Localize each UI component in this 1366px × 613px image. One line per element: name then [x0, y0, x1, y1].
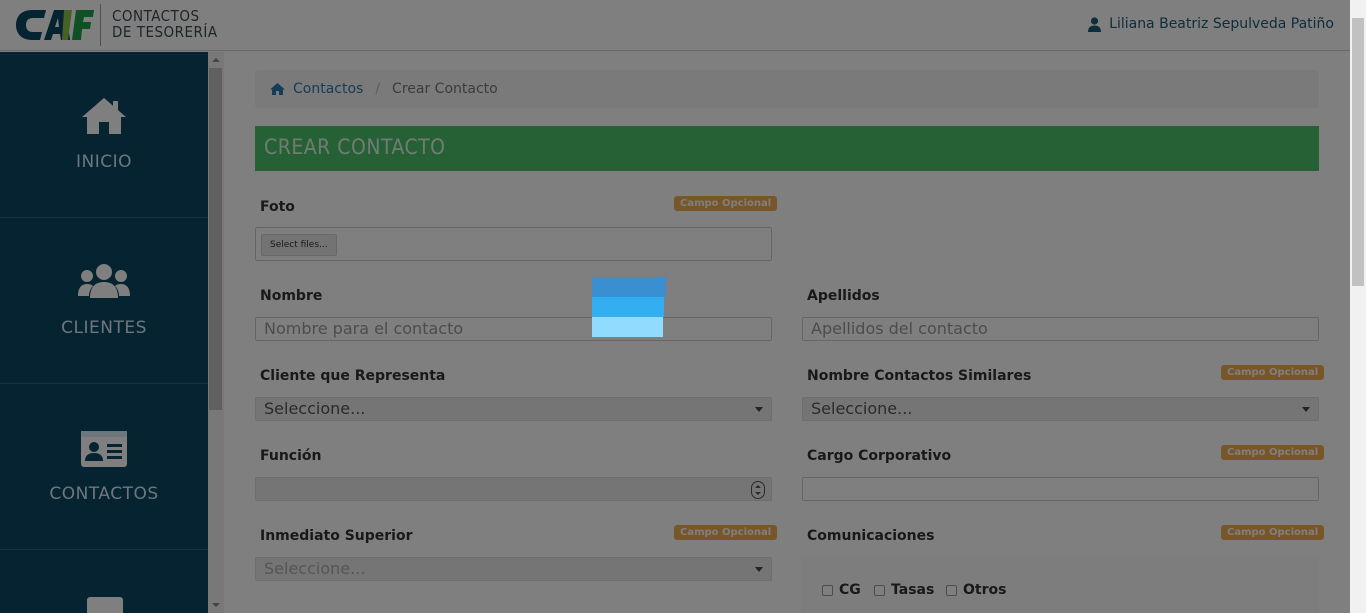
breadcrumb-separator: /	[375, 81, 381, 97]
optional-badge: Campo Opcional	[1221, 445, 1325, 460]
similares-label: Nombre Contactos Similares	[807, 368, 1032, 384]
scroll-thumb[interactable]	[209, 68, 222, 410]
sidebar-item-inicio[interactable]: INICIO	[0, 52, 208, 218]
comunicaciones-label: Comunicaciones	[807, 528, 935, 544]
breadcrumb-current: Crear Contacto	[392, 81, 498, 97]
breadcrumb: Contactos / Crear Contacto	[255, 70, 1319, 108]
checkbox-box[interactable]	[874, 584, 885, 596]
foto-upload[interactable]: Select files...	[255, 227, 772, 261]
chevron-down-icon	[1302, 407, 1310, 412]
similares-select-value: Seleccione...	[811, 399, 913, 418]
checkbox-otros[interactable]: Otros	[946, 582, 1006, 598]
page-title-bar: CREAR CONTACTO	[255, 126, 1319, 171]
loader-bar	[592, 317, 663, 337]
home-icon	[82, 98, 126, 134]
loader-bar	[592, 297, 664, 317]
checkbox-box[interactable]	[946, 584, 957, 596]
foto-label: Foto	[260, 199, 295, 215]
main-content: Contactos / Crear Contacto CREAR CONTACT…	[224, 52, 1350, 613]
app-brand: CONTACTOS DE TESORERÍA	[112, 8, 218, 40]
similares-select[interactable]: Seleccione...	[802, 397, 1319, 421]
checkbox-cg[interactable]: CG	[822, 582, 861, 598]
select-files-button[interactable]: Select files...	[261, 234, 337, 256]
sidebar-item-label: CLIENTES	[61, 318, 147, 338]
checkbox-label: Otros	[963, 582, 1007, 598]
optional-badge: Campo Opcional	[1221, 365, 1325, 380]
sidebar-item-next-icon[interactable]	[87, 597, 123, 613]
optional-badge: Campo Opcional	[1221, 525, 1325, 540]
app-header: CONTACTOS DE TESORERÍA Liliana Beatriz S…	[0, 0, 1350, 51]
logo-divider	[100, 4, 101, 46]
cliente-select[interactable]: Seleccione...	[255, 397, 772, 421]
nombre-input[interactable]: Nombre para el contacto	[255, 317, 772, 341]
funcion-input[interactable]	[255, 477, 772, 501]
checkbox-tasas[interactable]: Tasas	[874, 582, 934, 598]
cliente-label: Cliente que Representa	[260, 368, 446, 384]
optional-badge: Campo Opcional	[674, 525, 778, 540]
apellidos-label: Apellidos	[807, 288, 880, 304]
chevron-down-icon	[755, 567, 763, 572]
sidebar-item-contactos[interactable]: CONTACTOS	[0, 384, 208, 550]
breadcrumb-home-link[interactable]: Contactos	[270, 81, 363, 97]
scroll-down-arrow[interactable]	[212, 603, 220, 607]
superior-select-value: Seleccione...	[264, 559, 366, 578]
brand-line-2: DE TESORERÍA	[112, 23, 218, 41]
optional-badge: Campo Opcional	[674, 196, 778, 211]
checkbox-box[interactable]	[822, 584, 833, 596]
superior-select[interactable]: Seleccione...	[255, 557, 772, 581]
nombre-label: Nombre	[260, 288, 323, 304]
scroll-up-arrow[interactable]	[212, 58, 220, 62]
stepper-icon[interactable]	[751, 481, 765, 499]
sidebar-item-clientes[interactable]: CLIENTES	[0, 218, 208, 384]
sidebar-item-label: CONTACTOS	[49, 484, 159, 504]
loading-spinner	[592, 277, 666, 337]
users-icon	[78, 264, 130, 298]
cargo-input[interactable]	[802, 477, 1319, 501]
contact-card-icon	[81, 431, 127, 467]
caf-logo[interactable]	[14, 6, 96, 44]
checkbox-label: Tasas	[891, 582, 935, 598]
sidebar-scrollbar[interactable]	[208, 52, 224, 613]
apellidos-input[interactable]: Apellidos del contacto	[802, 317, 1319, 341]
sidebar-item-label: INICIO	[75, 152, 132, 172]
home-icon	[270, 83, 285, 95]
loader-bar	[592, 277, 666, 297]
cargo-label: Cargo Corporativo	[807, 448, 952, 464]
cliente-select-value: Seleccione...	[264, 399, 366, 418]
funcion-label: Función	[260, 448, 322, 464]
sidebar: INICIO CLIENTES CONTACTOS	[0, 52, 208, 613]
user-icon	[1088, 16, 1102, 32]
scroll-thumb[interactable]	[1352, 18, 1364, 286]
page-title: CREAR CONTACTO	[264, 135, 446, 159]
brand-line-1: CONTACTOS	[112, 7, 200, 25]
user-name: Liliana Beatriz Sepulveda Patiño	[1109, 16, 1334, 32]
superior-label: Inmediato Superior	[260, 528, 413, 544]
chevron-down-icon	[755, 407, 763, 412]
breadcrumb-home-label: Contactos	[293, 81, 364, 97]
user-menu[interactable]: Liliana Beatriz Sepulveda Patiño	[1088, 16, 1334, 32]
checkbox-label: CG	[839, 582, 861, 598]
page-scrollbar[interactable]	[1350, 0, 1366, 613]
